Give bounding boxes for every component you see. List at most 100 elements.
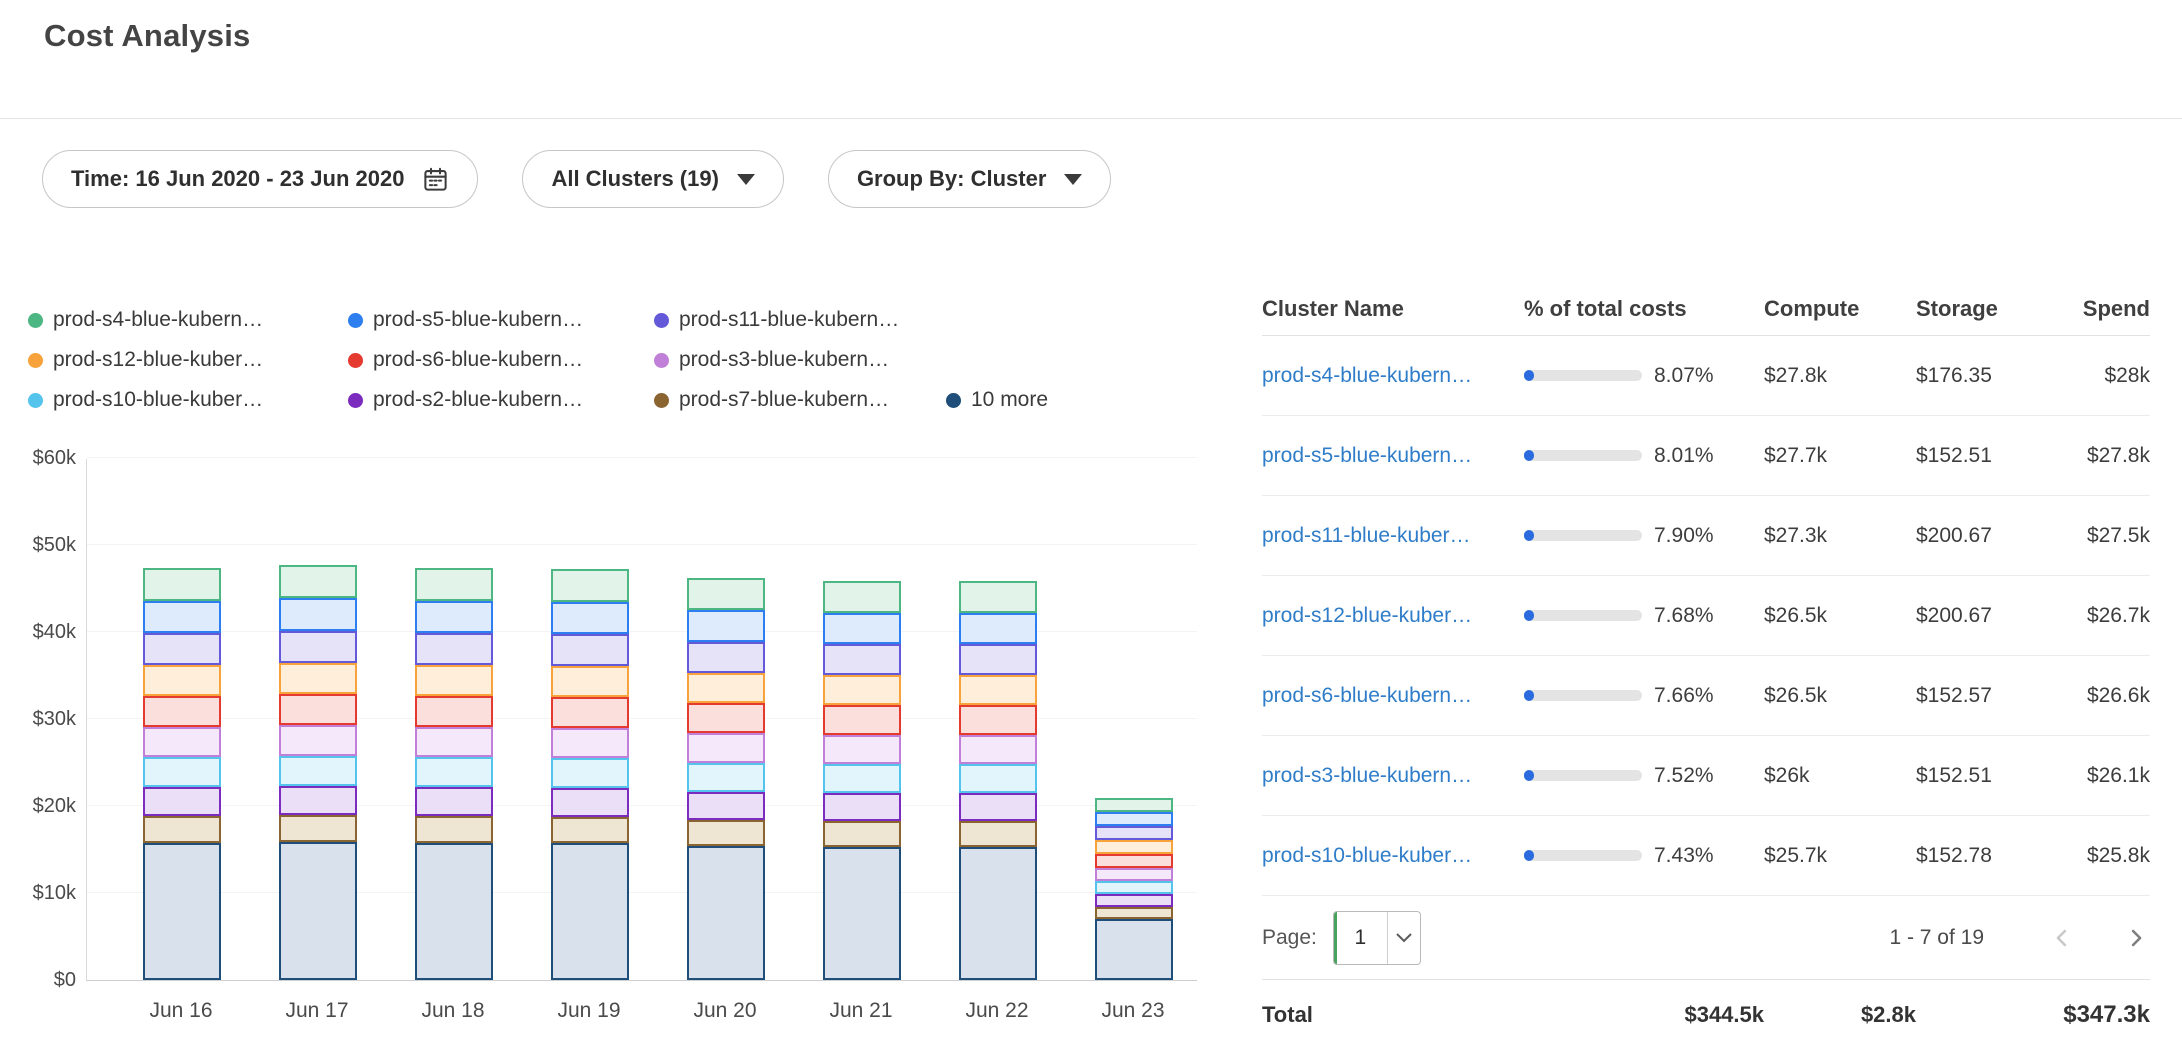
bar-segment-prod-s10-blue-kuber[interactable] xyxy=(551,758,629,788)
legend-item-prod-s6-blue-kubern[interactable]: prod-s6-blue-kubern… xyxy=(348,348,654,372)
legend-item-prod-s4-blue-kubern[interactable]: prod-s4-blue-kubern… xyxy=(28,308,348,332)
bar-segment-prod-s10-blue-kuber[interactable] xyxy=(823,764,901,793)
bar-segment-prod-s3-blue-kubern[interactable] xyxy=(279,725,357,756)
bar-segment-prod-s5-blue-kubern[interactable] xyxy=(687,610,765,642)
bar-jun-19[interactable] xyxy=(551,569,629,980)
bar-segment-prod-s2-blue-kubern[interactable] xyxy=(143,787,221,816)
legend-item-prod-s12-blue-kuber[interactable]: prod-s12-blue-kuber… xyxy=(28,348,348,372)
bar-segment-prod-s2-blue-kubern[interactable] xyxy=(551,788,629,817)
legend-item-prod-s11-blue-kubern[interactable]: prod-s11-blue-kubern… xyxy=(654,308,946,332)
bar-segment-prod-s2-blue-kubern[interactable] xyxy=(687,792,765,820)
bar-segment-prod-s10-blue-kuber[interactable] xyxy=(687,763,765,792)
bar-jun-16[interactable] xyxy=(143,568,221,980)
bar-segment-prod-s12-blue-kuber[interactable] xyxy=(823,675,901,705)
bar-segment-prod-s12-blue-kuber[interactable] xyxy=(143,665,221,696)
cluster-name-link[interactable]: prod-s4-blue-kubern… xyxy=(1262,364,1524,388)
bar-segment-prod-s4-blue-kubern[interactable] xyxy=(959,581,1037,613)
bar-jun-22[interactable] xyxy=(959,581,1037,980)
bar-segment-prod-s5-blue-kubern[interactable] xyxy=(823,613,901,644)
bar-jun-21[interactable] xyxy=(823,581,901,980)
bar-segment-prod-s12-blue-kuber[interactable] xyxy=(1095,840,1173,854)
bar-segment-prod-s7-blue-kubern[interactable] xyxy=(415,816,493,843)
bar-segment-prod-s2-blue-kubern[interactable] xyxy=(823,793,901,821)
legend-item-prod-s5-blue-kubern[interactable]: prod-s5-blue-kubern… xyxy=(348,308,654,332)
cluster-name-link[interactable]: prod-s5-blue-kubern… xyxy=(1262,444,1524,468)
legend-item-prod-s10-blue-kuber[interactable]: prod-s10-blue-kuber… xyxy=(28,388,348,412)
cluster-name-link[interactable]: prod-s3-blue-kubern… xyxy=(1262,764,1524,788)
bar-segment-prod-s6-blue-kubern[interactable] xyxy=(959,705,1037,735)
bar-segment-prod-s7-blue-kubern[interactable] xyxy=(143,816,221,843)
bar-segment-prod-s4-blue-kubern[interactable] xyxy=(1095,798,1173,812)
prev-page-button[interactable] xyxy=(2048,924,2076,952)
bar-segment-prod-s11-blue-kubern[interactable] xyxy=(143,633,221,665)
bar-segment-prod-s5-blue-kubern[interactable] xyxy=(279,598,357,631)
bar-segment-prod-s6-blue-kubern[interactable] xyxy=(551,697,629,728)
bar-segment-prod-s11-blue-kubern[interactable] xyxy=(1095,826,1173,840)
bar-segment-prod-s5-blue-kubern[interactable] xyxy=(551,602,629,634)
bar-segment-prod-s12-blue-kuber[interactable] xyxy=(551,666,629,697)
bar-segment-10-more[interactable] xyxy=(823,847,901,980)
bar-jun-20[interactable] xyxy=(687,578,765,980)
bar-segment-prod-s4-blue-kubern[interactable] xyxy=(143,568,221,601)
bar-segment-prod-s10-blue-kuber[interactable] xyxy=(415,757,493,787)
bar-segment-prod-s10-blue-kuber[interactable] xyxy=(143,757,221,787)
bar-segment-prod-s5-blue-kubern[interactable] xyxy=(959,613,1037,644)
bar-segment-10-more[interactable] xyxy=(415,843,493,980)
clusters-filter[interactable]: All Clusters (19) xyxy=(522,150,784,208)
bar-segment-prod-s3-blue-kubern[interactable] xyxy=(823,735,901,764)
bar-segment-prod-s7-blue-kubern[interactable] xyxy=(687,820,765,846)
bar-segment-prod-s12-blue-kuber[interactable] xyxy=(687,673,765,703)
cluster-name-link[interactable]: prod-s12-blue-kuber… xyxy=(1262,604,1524,628)
page-select[interactable]: 1 xyxy=(1333,911,1421,965)
legend-item-prod-s7-blue-kubern[interactable]: prod-s7-blue-kubern… xyxy=(654,388,946,412)
bar-segment-prod-s4-blue-kubern[interactable] xyxy=(415,568,493,601)
bar-segment-prod-s7-blue-kubern[interactable] xyxy=(551,817,629,843)
bar-segment-prod-s5-blue-kubern[interactable] xyxy=(143,601,221,633)
bar-segment-prod-s3-blue-kubern[interactable] xyxy=(959,735,1037,764)
bar-segment-prod-s6-blue-kubern[interactable] xyxy=(823,705,901,735)
bar-segment-prod-s2-blue-kubern[interactable] xyxy=(1095,894,1173,907)
bar-segment-prod-s7-blue-kubern[interactable] xyxy=(1095,907,1173,919)
bar-segment-prod-s6-blue-kubern[interactable] xyxy=(143,696,221,727)
bar-segment-prod-s11-blue-kubern[interactable] xyxy=(415,633,493,665)
time-range-filter[interactable]: Time: 16 Jun 2020 - 23 Jun 2020 xyxy=(42,150,478,208)
bar-jun-17[interactable] xyxy=(279,565,357,980)
legend-item-10-more[interactable]: 10 more xyxy=(946,388,1048,412)
bar-segment-prod-s6-blue-kubern[interactable] xyxy=(687,703,765,733)
bar-jun-23[interactable] xyxy=(1095,798,1173,980)
bar-segment-10-more[interactable] xyxy=(687,846,765,980)
bar-segment-10-more[interactable] xyxy=(551,843,629,980)
bar-segment-prod-s4-blue-kubern[interactable] xyxy=(687,578,765,610)
bar-segment-prod-s12-blue-kuber[interactable] xyxy=(415,665,493,696)
bar-segment-prod-s10-blue-kuber[interactable] xyxy=(1095,881,1173,894)
next-page-button[interactable] xyxy=(2122,924,2150,952)
bar-segment-prod-s11-blue-kubern[interactable] xyxy=(959,644,1037,675)
legend-item-prod-s3-blue-kubern[interactable]: prod-s3-blue-kubern… xyxy=(654,348,946,372)
bar-segment-prod-s5-blue-kubern[interactable] xyxy=(1095,812,1173,826)
bar-segment-prod-s10-blue-kuber[interactable] xyxy=(279,756,357,786)
bar-segment-prod-s4-blue-kubern[interactable] xyxy=(823,581,901,613)
cluster-name-link[interactable]: prod-s11-blue-kuber… xyxy=(1262,524,1524,548)
bar-segment-10-more[interactable] xyxy=(143,843,221,980)
cluster-name-link[interactable]: prod-s10-blue-kuber… xyxy=(1262,844,1524,868)
bar-segment-prod-s2-blue-kubern[interactable] xyxy=(959,793,1037,821)
bar-segment-prod-s5-blue-kubern[interactable] xyxy=(415,601,493,633)
bar-segment-prod-s7-blue-kubern[interactable] xyxy=(959,821,1037,847)
bar-segment-prod-s12-blue-kuber[interactable] xyxy=(279,663,357,694)
bar-segment-prod-s10-blue-kuber[interactable] xyxy=(959,764,1037,793)
bar-segment-prod-s11-blue-kubern[interactable] xyxy=(551,634,629,666)
bar-segment-prod-s4-blue-kubern[interactable] xyxy=(279,565,357,598)
bar-segment-prod-s3-blue-kubern[interactable] xyxy=(551,728,629,758)
bar-segment-prod-s11-blue-kubern[interactable] xyxy=(823,644,901,675)
bar-segment-prod-s6-blue-kubern[interactable] xyxy=(1095,854,1173,868)
bar-segment-10-more[interactable] xyxy=(1095,919,1173,980)
bar-segment-prod-s2-blue-kubern[interactable] xyxy=(415,787,493,816)
bar-segment-prod-s11-blue-kubern[interactable] xyxy=(279,631,357,663)
bar-segment-10-more[interactable] xyxy=(959,847,1037,980)
bar-segment-prod-s3-blue-kubern[interactable] xyxy=(687,733,765,763)
bar-segment-prod-s12-blue-kuber[interactable] xyxy=(959,675,1037,705)
cluster-name-link[interactable]: prod-s6-blue-kubern… xyxy=(1262,684,1524,708)
bar-jun-18[interactable] xyxy=(415,568,493,980)
group-by-filter[interactable]: Group By: Cluster xyxy=(828,150,1111,208)
bar-segment-prod-s6-blue-kubern[interactable] xyxy=(415,696,493,727)
